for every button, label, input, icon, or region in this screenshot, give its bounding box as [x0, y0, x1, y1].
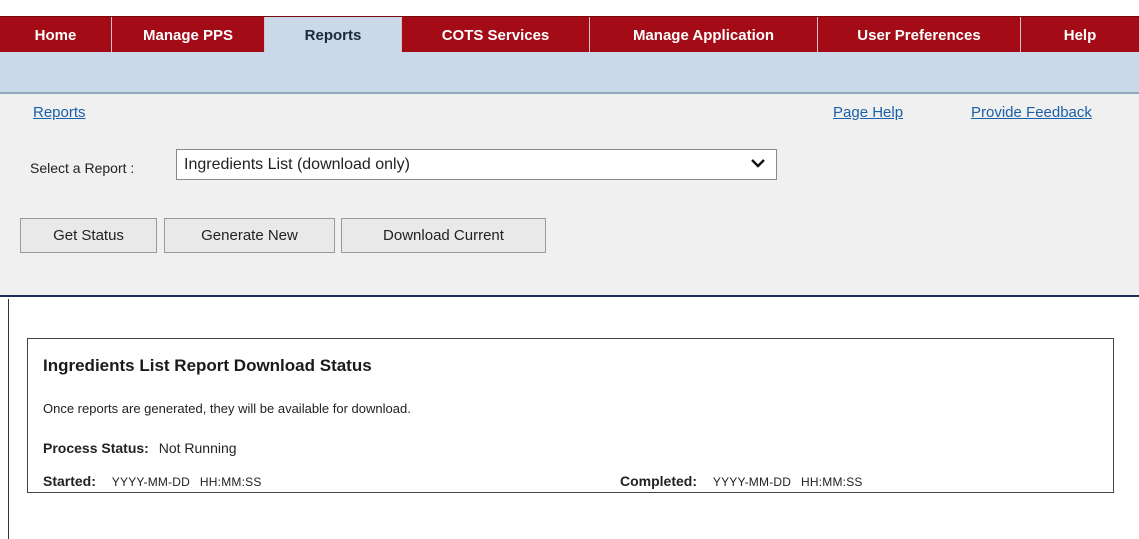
started-row: Started: YYYY-MM-DD HH:MM:SS [43, 473, 262, 489]
tab-user-preferences[interactable]: User Preferences [818, 17, 1021, 53]
started-date: YYYY-MM-DD [111, 475, 191, 489]
process-status-label: Process Status: [43, 440, 149, 456]
tab-home[interactable]: Home [0, 17, 112, 53]
generate-new-button[interactable]: Generate New [164, 218, 335, 253]
main-content: Ingredients List Report Download Status … [8, 299, 1139, 539]
sub-navigation-bar [0, 52, 1139, 94]
completed-time: HH:MM:SS [801, 475, 863, 489]
tab-manage-pps[interactable]: Manage PPS [112, 17, 265, 53]
started-time: HH:MM:SS [199, 475, 262, 489]
select-report-label: Select a Report : [30, 160, 135, 176]
status-description: Once reports are generated, they will be… [43, 401, 411, 416]
tab-manage-application[interactable]: Manage Application [590, 17, 818, 53]
started-label: Started: [43, 473, 96, 489]
status-title: Ingredients List Report Download Status [43, 356, 372, 375]
nav-bar: Home Manage PPS Reports COTS Services Ma… [0, 16, 1139, 53]
breadcrumb-reports-link[interactable]: Reports [33, 104, 86, 121]
chevron-down-icon [751, 159, 765, 168]
report-select-value: Ingredients List (download only) [184, 155, 410, 173]
provide-feedback-link[interactable]: Provide Feedback [971, 104, 1092, 121]
download-status-panel: Ingredients List Report Download Status … [27, 338, 1114, 493]
completed-date: YYYY-MM-DD [712, 475, 792, 489]
download-current-button[interactable]: Download Current [341, 218, 546, 253]
completed-row: Completed: YYYY-MM-DD HH:MM:SS [620, 473, 863, 489]
process-status-row: Process Status: Not Running [43, 440, 237, 456]
completed-label: Completed: [620, 473, 697, 489]
report-toolbar-panel [0, 94, 1139, 297]
process-status-value: Not Running [158, 440, 237, 456]
report-select[interactable]: Ingredients List (download only) [176, 149, 777, 180]
page-help-link[interactable]: Page Help [833, 104, 903, 121]
top-navigation: Home Manage PPS Reports COTS Services Ma… [0, 0, 1139, 53]
get-status-button[interactable]: Get Status [20, 218, 157, 253]
tab-reports[interactable]: Reports [265, 17, 402, 53]
tab-help[interactable]: Help [1021, 17, 1139, 53]
tab-cots-services[interactable]: COTS Services [402, 17, 590, 53]
